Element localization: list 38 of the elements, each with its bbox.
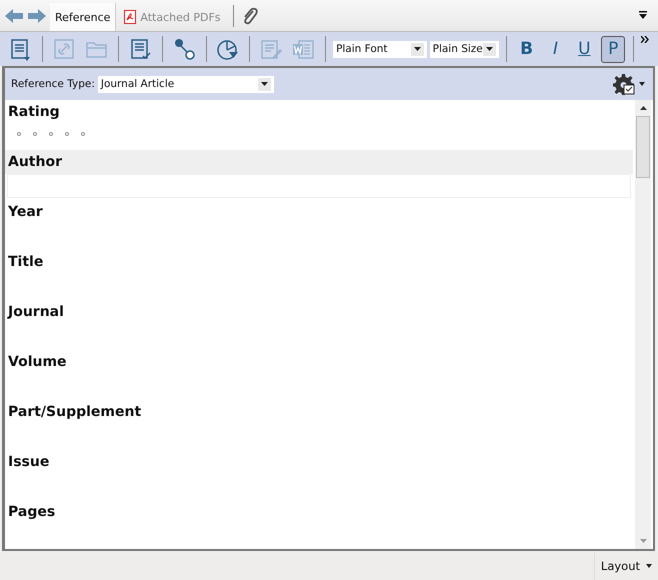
pie-chart-icon[interactable] [216, 38, 240, 60]
scroll-down-icon[interactable] [640, 539, 646, 543]
field-label: Pages [7, 503, 56, 522]
overflow-chevron-icon[interactable] [641, 36, 650, 43]
pdf-icon [124, 10, 136, 24]
size-select[interactable]: Plain Size [430, 40, 499, 58]
text-style-button[interactable]: B [514, 36, 538, 62]
dropdown-arrow-icon[interactable] [414, 47, 421, 51]
node-link-icon[interactable] [172, 38, 196, 60]
field-label: Rating [7, 103, 61, 122]
dropdown-arrow-icon[interactable] [646, 564, 652, 568]
forward-arrow-icon[interactable] [27, 8, 47, 24]
scroll-up-icon[interactable] [640, 106, 646, 110]
tab[interactable]: Reference [50, 3, 116, 31]
dropdown-arrow-icon[interactable] [639, 82, 645, 86]
field-label: Year [7, 203, 44, 222]
field-label: Issue [7, 453, 50, 472]
field-label: Journal [6, 303, 65, 322]
field-label: Reference Type: [11, 78, 95, 90]
reference-type-select[interactable]: Journal Article [98, 76, 274, 92]
gear-icon[interactable] [613, 73, 635, 95]
field-label-row: Author [5, 150, 633, 174]
checklist-icon[interactable] [128, 38, 152, 60]
font-select[interactable]: Plain Font [333, 40, 427, 58]
dropdown-icon[interactable] [638, 11, 648, 20]
text-style-button[interactable]: I [544, 36, 568, 62]
text-style-button[interactable]: P [601, 36, 626, 62]
field-label: Volume [7, 353, 68, 372]
insert-list-icon[interactable] [9, 38, 32, 60]
layout-button[interactable]: Layout [594, 552, 658, 580]
dropdown-arrow-icon[interactable] [486, 47, 493, 51]
back-arrow-icon[interactable] [4, 8, 24, 24]
field-label: Title [7, 253, 44, 272]
field-label: Part/Supplement [7, 403, 142, 422]
scroll-thumb[interactable] [636, 116, 650, 178]
text-style-button[interactable]: U [572, 36, 596, 62]
dropdown-arrow-icon[interactable] [260, 82, 268, 86]
scrollbar[interactable] [635, 100, 651, 549]
